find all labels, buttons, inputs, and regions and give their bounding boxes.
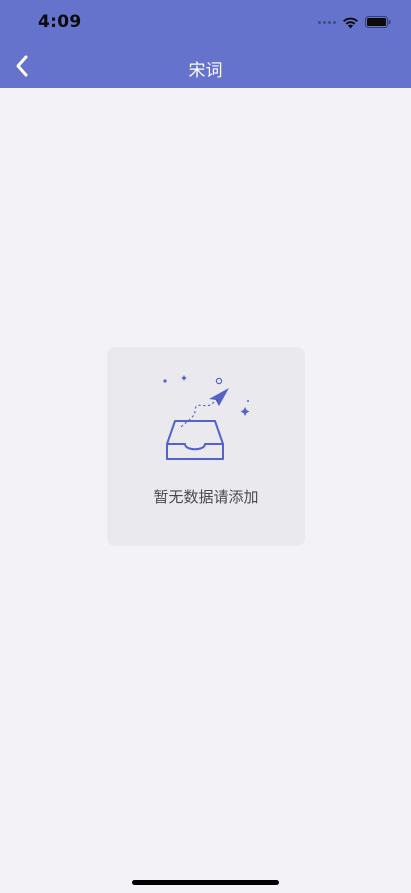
empty-state-message: 暂无数据请添加	[153, 488, 259, 506]
home-indicator[interactable]	[132, 880, 279, 885]
app-header: 4:09 宋词	[0, 0, 411, 88]
wifi-icon	[343, 17, 358, 28]
status-icons	[318, 14, 391, 30]
page-title: 宋词	[188, 61, 223, 81]
inbox-paper-plane-icon	[163, 375, 250, 460]
empty-state-card: 暂无数据请添加	[107, 347, 305, 546]
battery-icon	[365, 16, 391, 28]
nav-bar: 宋词	[0, 44, 411, 88]
status-bar: 4:09	[0, 0, 411, 44]
status-time: 4:09	[38, 12, 82, 32]
signal-icon	[318, 20, 336, 24]
